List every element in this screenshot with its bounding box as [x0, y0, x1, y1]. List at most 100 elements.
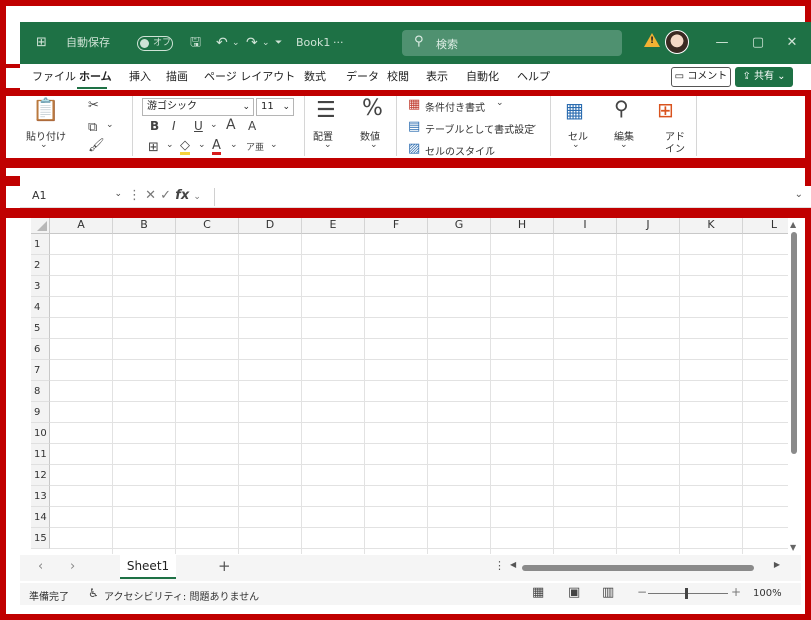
zoom-slider-thumb[interactable] [685, 588, 688, 599]
row-header[interactable]: 5 [31, 318, 50, 339]
chevron-down-icon[interactable]: ⌄ [370, 140, 378, 150]
row-header[interactable]: 2 [31, 255, 50, 276]
fill-color-icon[interactable]: ◇ [180, 139, 190, 155]
italic-button[interactable]: I [172, 119, 176, 133]
column-header[interactable]: A [50, 218, 113, 234]
insert-function-button[interactable]: fx [175, 188, 189, 203]
horizontal-scroll-thumb[interactable] [522, 565, 754, 571]
formula-input[interactable] [214, 188, 798, 206]
add-ins-label-2[interactable]: イン [665, 140, 685, 155]
accessibility-icon[interactable]: ♿ [88, 586, 99, 600]
column-header[interactable]: H [491, 218, 554, 234]
row-header[interactable]: 13 [31, 486, 50, 507]
chevron-down-icon[interactable]: ⌄ [572, 140, 580, 150]
row-header[interactable]: 1 [31, 234, 50, 255]
next-sheet-icon[interactable]: › [70, 559, 75, 574]
save-icon[interactable]: 🖫 [190, 22, 201, 64]
add-ins-icon[interactable]: ⊞ [657, 98, 674, 122]
row-header[interactable]: 6 [31, 339, 50, 360]
row-header[interactable]: 12 [31, 465, 50, 486]
cut-icon[interactable]: ✂ [88, 98, 99, 113]
font-name-select[interactable]: 游ゴシック ⌄ [142, 98, 254, 116]
format-painter-icon[interactable]: 🖌 [88, 138, 105, 153]
tab-file[interactable]: ファイル [32, 68, 76, 84]
row-header[interactable]: 7 [31, 360, 50, 381]
shrink-font-button[interactable]: A [248, 119, 256, 133]
phonetic-guide-icon[interactable]: ア亜 [246, 140, 264, 153]
search-box[interactable]: ⚲ 検索 [402, 30, 622, 56]
column-header[interactable]: G [428, 218, 491, 234]
page-layout-view-button[interactable]: ▣ [568, 585, 580, 600]
bold-button[interactable]: B [150, 119, 159, 133]
horizontal-scrollbar[interactable]: ◀ ▶ [510, 560, 780, 572]
cell-styles-button[interactable]: セルのスタイル [425, 143, 495, 158]
tab-formulas[interactable]: 数式 [304, 68, 326, 84]
normal-view-button[interactable]: ▦ [532, 585, 544, 600]
font-size-select[interactable]: 11 ⌄ [256, 98, 294, 116]
expand-formula-bar-icon[interactable]: ⌄ [795, 189, 803, 200]
paste-icon[interactable]: 📋 [32, 98, 59, 123]
chevron-down-icon[interactable]: ⌄ [106, 120, 114, 130]
cancel-icon[interactable]: ✕ [145, 188, 160, 203]
redo-icon[interactable]: ↷ [246, 22, 258, 64]
chevron-down-icon[interactable]: ⌄ [198, 140, 206, 150]
chevron-down-icon[interactable]: ⌄ [40, 140, 48, 150]
close-button[interactable]: ✕ [772, 22, 811, 64]
search-icon[interactable]: ⚲ [614, 96, 629, 120]
cells-icon[interactable]: ▦ [565, 98, 584, 122]
scroll-left-icon[interactable]: ◀ [510, 560, 516, 569]
column-header[interactable]: D [239, 218, 302, 234]
enter-icon[interactable]: ✓ [160, 188, 175, 203]
tab-view[interactable]: 表示 [426, 68, 448, 84]
column-header[interactable]: B [113, 218, 176, 234]
column-header[interactable]: K [680, 218, 743, 234]
tab-draw[interactable]: 描画 [166, 68, 188, 84]
chevron-down-icon[interactable]: ⌄ [193, 192, 201, 202]
chevron-down-icon[interactable]: ⌄ [496, 98, 504, 108]
cell-area[interactable] [50, 234, 788, 554]
font-color-icon[interactable]: A [212, 139, 221, 155]
autosave-toggle[interactable]: オフ [137, 36, 173, 51]
spreadsheet-grid[interactable]: A B C D E F G H I J K L 1 2 3 4 5 6 7 8 9 10 11 12 13 14 15 [31, 218, 788, 554]
border-icon[interactable]: ⊞ [148, 140, 159, 155]
document-menu-dots[interactable]: ··· [333, 22, 344, 64]
zoom-level[interactable]: 100% [753, 588, 782, 599]
document-name[interactable]: Book1 [296, 22, 330, 64]
chevron-down-icon[interactable]: ⌄ [262, 22, 270, 64]
chevron-down-icon[interactable]: ⌄ [230, 140, 238, 150]
minimize-button[interactable]: — [702, 22, 742, 64]
column-header[interactable]: I [554, 218, 617, 234]
chevron-down-icon[interactable]: ⌄ [324, 140, 332, 150]
customize-qat-icon[interactable]: ⏷ [275, 22, 282, 64]
percent-icon[interactable]: % [362, 96, 383, 121]
column-header[interactable]: J [617, 218, 680, 234]
more-options-icon[interactable]: ⋮ [128, 188, 145, 203]
tab-page-layout[interactable]: ページ レイアウト [204, 68, 295, 84]
tab-review[interactable]: 校閲 [387, 68, 409, 84]
format-as-table-button[interactable]: テーブルとして書式設定 [425, 121, 534, 136]
grow-font-button[interactable]: A [226, 117, 236, 133]
select-all-button[interactable] [31, 218, 50, 234]
zoom-slider[interactable] [648, 593, 728, 594]
chevron-down-icon[interactable]: ⌄ [270, 140, 278, 150]
row-header[interactable]: 14 [31, 507, 50, 528]
row-header[interactable]: 4 [31, 297, 50, 318]
column-header[interactable]: F [365, 218, 428, 234]
tab-automate[interactable]: 自動化 [466, 68, 499, 84]
zoom-out-button[interactable]: − [637, 585, 647, 599]
tab-insert[interactable]: 挿入 [129, 68, 151, 84]
scroll-right-icon[interactable]: ▶ [774, 560, 780, 569]
zoom-in-button[interactable]: + [731, 585, 741, 599]
more-options-icon[interactable]: ⋮ [494, 559, 505, 572]
name-box[interactable]: A1 ⌄ [32, 189, 122, 205]
vertical-scroll-thumb[interactable] [791, 232, 797, 454]
chevron-down-icon[interactable]: ⌄ [210, 120, 218, 130]
excel-icon[interactable]: ⊞ [36, 22, 47, 64]
align-icon[interactable]: ☰ [316, 98, 336, 123]
chevron-down-icon[interactable]: ⌄ [166, 140, 174, 150]
accessibility-status[interactable]: アクセシビリティ: 問題ありません [104, 588, 259, 603]
row-header[interactable]: 10 [31, 423, 50, 444]
conditional-format-button[interactable]: 条件付き書式 [425, 99, 485, 114]
add-sheet-button[interactable]: + [218, 557, 231, 575]
tab-help[interactable]: ヘルプ [517, 68, 550, 84]
